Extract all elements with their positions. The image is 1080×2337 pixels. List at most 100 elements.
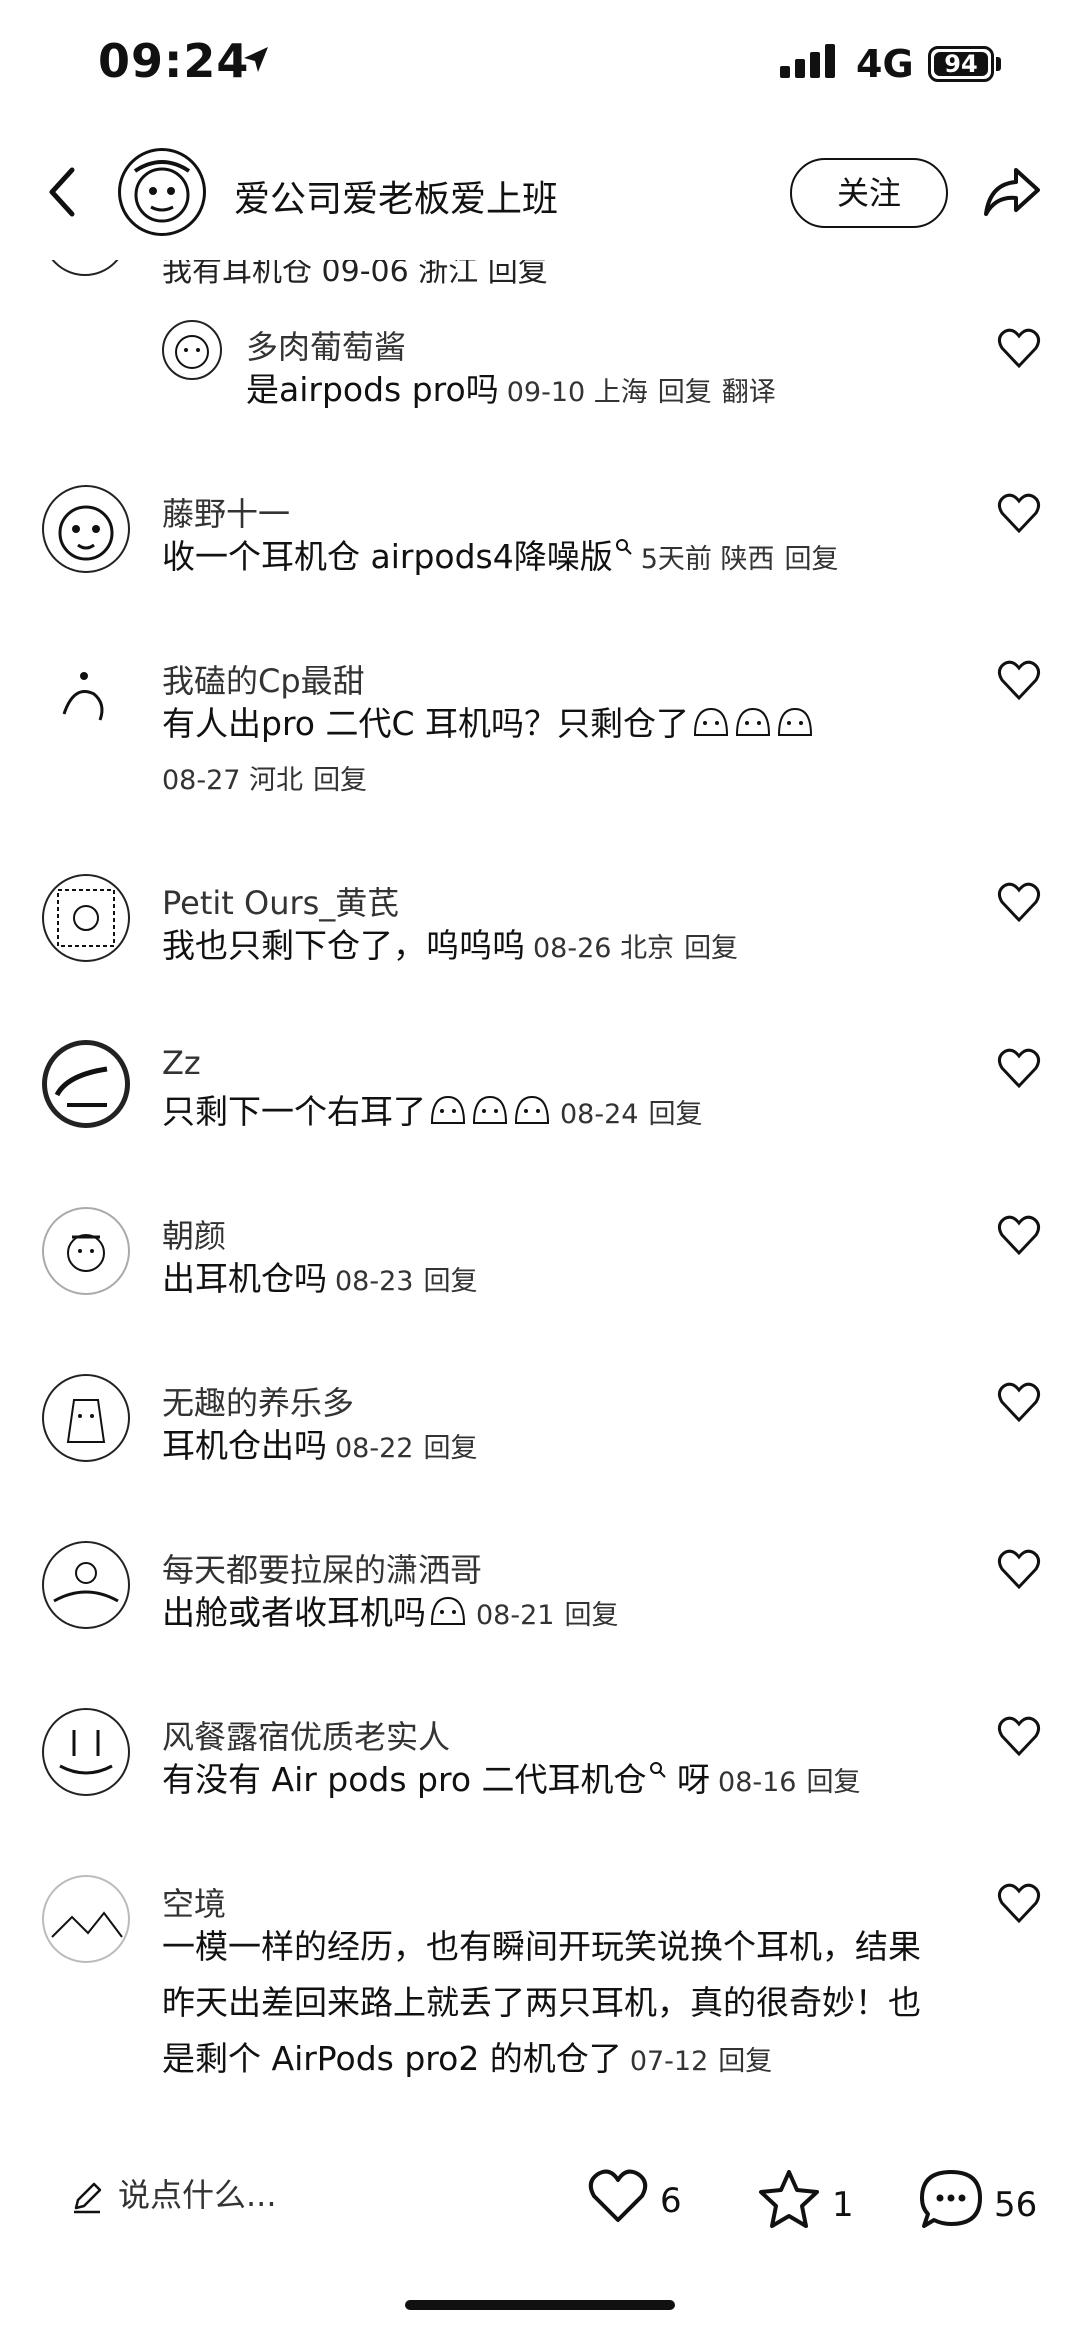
crying-emoji-icon [430, 1095, 466, 1124]
comment-time: 08-26 [533, 933, 612, 964]
comment-body: 我也只剩下仓了，呜呜呜 [162, 926, 525, 965]
comment-body: 有人出pro 二代C 耳机吗？只剩仓了 [162, 704, 690, 743]
avatar[interactable] [42, 874, 130, 962]
favorite-button[interactable]: 1 [756, 2168, 854, 2230]
reply-button[interactable]: 回复 [648, 1099, 702, 1130]
avatar[interactable] [42, 260, 128, 276]
comment-meta: 09-10 上海 回复 翻译 [507, 377, 776, 408]
pencil-icon [74, 2182, 102, 2214]
comment-meta-line: 08-27 河北 回复 [162, 750, 367, 809]
comment-time: 08-22 [335, 1433, 414, 1464]
location-arrow-icon [244, 47, 268, 72]
comment-time: 08-16 [718, 1767, 797, 1798]
network-type: 4G [856, 42, 914, 86]
avatar[interactable] [42, 1374, 130, 1462]
comment-text: 是airpods pro吗 09-10 上海 回复 翻译 [246, 362, 776, 421]
comment-text: 出舱或者收耳机吗 08-21 回复 [162, 1585, 618, 1644]
heart-icon[interactable] [996, 1213, 1042, 1259]
author-name[interactable]: 爱公司爱老板爱上班 [234, 170, 558, 222]
reply-button[interactable]: 回复 [564, 1600, 618, 1631]
reply-button[interactable]: 回复 [785, 544, 839, 575]
like-button[interactable]: 6 [586, 2168, 682, 2226]
comment-list[interactable]: 我有耳机仓 09-06 浙江 回复 多肉葡萄酱 是airpods pro吗 09-… [0, 260, 1080, 2120]
heart-icon[interactable] [996, 326, 1042, 372]
reply-button[interactable]: 回复 [684, 933, 738, 964]
chat-bubble-icon [920, 2170, 982, 2228]
comment-body: 出舱或者收耳机吗 [162, 1593, 426, 1632]
avatar[interactable] [162, 320, 222, 380]
comment-body: 有没有 Air pods pro 二代耳机仓 [162, 1760, 647, 1799]
heart-icon[interactable] [996, 491, 1042, 537]
star-icon [759, 2170, 819, 2228]
crying-emoji-icon [514, 1095, 550, 1124]
post-header: 爱公司爱老板爱上班 关注 [0, 130, 1080, 260]
comment-time: 07-12 [629, 2046, 709, 2077]
comment-text: 出耳机仓吗 08-23 回复 [162, 1251, 477, 1310]
crying-emoji-icon [736, 707, 771, 736]
comment-location: 河北 [249, 765, 304, 796]
crying-emoji-icon [472, 1095, 508, 1124]
heart-icon[interactable] [996, 1881, 1042, 1927]
comment-body: 出耳机仓吗 [162, 1259, 327, 1298]
comment-text: 收一个耳机仓 airpods4降噪版 5天前 陕西 回复 [162, 529, 839, 588]
comment-meta: 08-27 河北 回复 [162, 765, 367, 796]
status-time: 09:24 [98, 34, 250, 88]
signal-icon [780, 44, 835, 78]
reply-button[interactable]: 回复 [718, 2046, 772, 2077]
comment-meta: 5天前 陕西 回复 [641, 544, 839, 575]
reply-button[interactable]: 回复 [807, 1767, 861, 1798]
heart-icon[interactable] [996, 1714, 1042, 1760]
translate-button[interactable]: 翻译 [722, 377, 776, 408]
back-arrow-icon[interactable] [44, 164, 80, 220]
avatar[interactable] [42, 1207, 130, 1295]
comment-count-button[interactable]: 56 [918, 2168, 1037, 2230]
favorite-count: 1 [832, 2185, 854, 2225]
reply-button[interactable]: 回复 [423, 1266, 477, 1297]
comment-body-suffix: 呀 [677, 1760, 711, 1799]
comment-author[interactable]: Zz [162, 1044, 201, 1082]
heart-icon[interactable] [996, 1547, 1042, 1593]
search-icon[interactable] [615, 538, 633, 556]
partial-comment-text: 我有耳机仓 09-06 浙江 回复 [162, 260, 548, 289]
avatar[interactable] [42, 652, 130, 740]
avatar[interactable] [42, 1875, 130, 1963]
heart-icon[interactable] [996, 1380, 1042, 1426]
reply-button[interactable]: 回复 [423, 1433, 477, 1464]
heart-icon [588, 2169, 648, 2222]
comment-meta: 08-24 回复 [560, 1099, 702, 1130]
battery-tip [996, 57, 1001, 71]
battery-icon: 94 [928, 46, 994, 82]
comment-input-placeholder: 说点什么... [118, 2176, 277, 2214]
comment-input[interactable]: 说点什么... [70, 2170, 277, 2216]
like-count: 6 [660, 2181, 682, 2221]
avatar[interactable] [42, 1541, 130, 1629]
comment-body: 收一个耳机仓 airpods4降噪版 [162, 537, 613, 576]
comment-time: 08-21 [476, 1600, 555, 1631]
heart-icon[interactable] [996, 658, 1042, 704]
search-icon[interactable] [649, 1761, 667, 1779]
heart-icon[interactable] [996, 1046, 1042, 1092]
comment-location: 陕西 [720, 544, 775, 575]
crying-emoji-icon [778, 707, 813, 736]
comment-body: 耳机仓出吗 [162, 1426, 327, 1465]
comment-time: 08-24 [560, 1099, 639, 1130]
comment-meta: 08-26 北京 回复 [533, 933, 738, 964]
crying-emoji-icon [694, 707, 729, 736]
battery-level: 94 [934, 52, 988, 76]
share-icon[interactable] [982, 164, 1042, 220]
comment-meta: 08-23 回复 [335, 1266, 477, 1297]
heart-icon[interactable] [996, 880, 1042, 926]
reply-button[interactable]: 回复 [658, 377, 712, 408]
follow-button[interactable]: 关注 [790, 158, 948, 228]
avatar[interactable] [42, 1708, 130, 1796]
comment-time: 09-10 [506, 377, 586, 408]
avatar[interactable] [42, 1040, 130, 1128]
comment-meta: 08-22 回复 [335, 1433, 477, 1464]
avatar[interactable] [42, 485, 130, 573]
comment-text: 耳机仓出吗 08-22 回复 [162, 1418, 477, 1477]
reply-button[interactable]: 回复 [313, 765, 367, 796]
comment-location: 北京 [620, 933, 675, 964]
author-avatar[interactable] [118, 148, 206, 236]
comment-time: 5天前 [640, 544, 712, 575]
comment-body: 是airpods pro吗 [246, 370, 499, 409]
